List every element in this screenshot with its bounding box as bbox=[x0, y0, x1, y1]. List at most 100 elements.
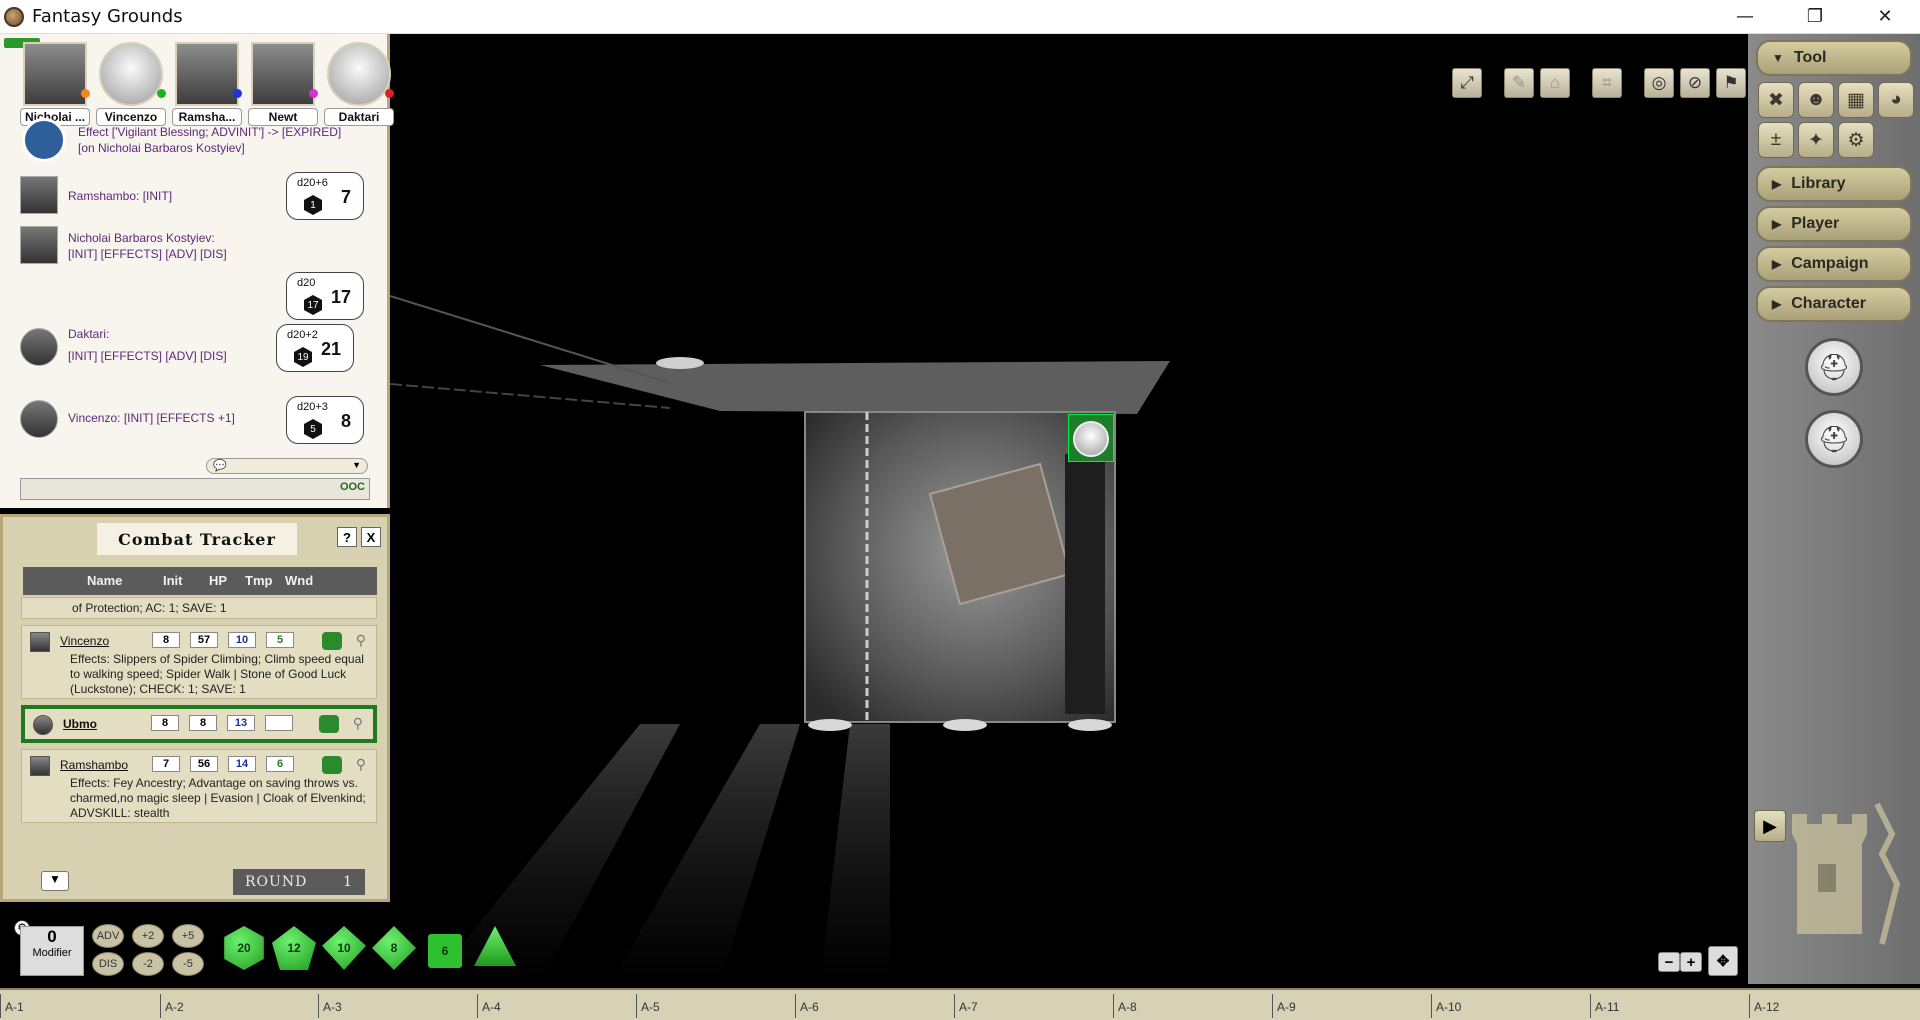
sidebar-player[interactable]: ▶ Player bbox=[1756, 206, 1912, 242]
play-icon[interactable]: ▶ bbox=[1754, 810, 1786, 842]
roll-total: 21 bbox=[320, 339, 341, 359]
ct-hp[interactable]: 8 bbox=[189, 715, 217, 731]
movement-icon[interactable]: ⚲ bbox=[353, 715, 363, 732]
chat-roll-vincenzo: Vincenzo: [INIT] [EFFECTS +1] bbox=[68, 411, 235, 425]
party-icon[interactable]: ☻ bbox=[1798, 82, 1834, 118]
ct-close-button[interactable]: X bbox=[361, 527, 381, 547]
ct-help-button[interactable]: ? bbox=[337, 527, 357, 547]
chat-mode-select[interactable]: 💬 ▼ bbox=[206, 458, 368, 474]
chat-input[interactable]: OOC bbox=[20, 478, 370, 500]
round-counter[interactable]: ROUND 1 bbox=[233, 869, 365, 895]
status-dot bbox=[309, 89, 318, 98]
plus2-button[interactable]: +2 bbox=[132, 924, 164, 948]
dis-button[interactable]: DIS bbox=[92, 952, 124, 976]
player-helmet-icon[interactable]: ⛑ bbox=[1805, 410, 1863, 468]
coord-label: A-3 bbox=[318, 994, 342, 1018]
friendly-face-icon[interactable] bbox=[322, 756, 342, 774]
friendly-face-icon[interactable] bbox=[322, 632, 342, 650]
tool-grid: ✖ ☻ ▦ ◕ ± ✦ ⚙ bbox=[1758, 82, 1914, 158]
party-member[interactable]: Newt bbox=[248, 42, 318, 126]
sidebar-tool-header[interactable]: ▼ Tool bbox=[1756, 40, 1912, 76]
flag-icon[interactable]: ⚑ bbox=[1716, 68, 1746, 98]
ct-tmp[interactable]: 10 bbox=[228, 632, 256, 648]
ct-list[interactable]: of Protection; AC: 1; SAVE: 1 Vincenzo 8… bbox=[21, 597, 377, 865]
ct-name[interactable]: Ramshambo bbox=[60, 758, 150, 772]
paint-icon[interactable]: ✎ bbox=[1504, 68, 1534, 98]
ct-effects: of Protection; AC: 1; SAVE: 1 bbox=[72, 601, 227, 615]
movement-icon[interactable]: ⚲ bbox=[356, 632, 366, 649]
map-image bbox=[390, 295, 1170, 984]
party-member[interactable]: Nicholai ... bbox=[20, 42, 90, 126]
ct-row-ubmo-active[interactable]: Ubmo 8 8 13 ⚲ bbox=[21, 705, 377, 743]
sidebar-character[interactable]: ▶ Character bbox=[1756, 286, 1912, 322]
options-gear-icon[interactable]: ⚙ bbox=[1838, 122, 1874, 158]
coord-label: A-12 bbox=[1749, 994, 1779, 1018]
ct-menu-button[interactable]: ▼ bbox=[41, 871, 69, 891]
d20-die-icon: 19 bbox=[294, 347, 312, 367]
combat-tracker-title: Combat Tracker bbox=[97, 523, 297, 555]
minus2-button[interactable]: -2 bbox=[132, 952, 164, 976]
ct-name[interactable]: Ubmo bbox=[63, 717, 153, 731]
sidebar-campaign[interactable]: ▶ Campaign bbox=[1756, 246, 1912, 282]
movement-icon[interactable]: ⚲ bbox=[356, 756, 366, 773]
mask-icon[interactable]: ⊘ bbox=[1680, 68, 1710, 98]
ct-hp[interactable]: 57 bbox=[190, 632, 218, 648]
d20-icon[interactable]: 20 bbox=[224, 926, 264, 970]
party-member[interactable]: Ramsha... bbox=[172, 42, 242, 126]
target-icon[interactable]: ◎ bbox=[1644, 68, 1674, 98]
zoom-out-button[interactable]: − bbox=[1658, 952, 1680, 972]
stairs bbox=[1065, 454, 1105, 714]
friendly-face-icon[interactable] bbox=[319, 715, 339, 733]
party-member[interactable]: Daktari bbox=[324, 42, 394, 126]
d12-icon[interactable]: 12 bbox=[272, 926, 316, 970]
modifiers-icon[interactable]: ± bbox=[1758, 122, 1794, 158]
d8-icon[interactable]: 8 bbox=[372, 926, 416, 970]
sidebar-character-label: Character bbox=[1791, 295, 1866, 312]
minus5-button[interactable]: -5 bbox=[172, 952, 204, 976]
adv-button[interactable]: ADV bbox=[92, 924, 124, 948]
sidebar-library[interactable]: ▶ Library bbox=[1756, 166, 1912, 202]
coord-label: A-9 bbox=[1272, 994, 1296, 1018]
ct-name[interactable]: Vincenzo bbox=[60, 634, 150, 648]
gm-helmet-icon[interactable]: ⛑ bbox=[1805, 338, 1863, 396]
combat-tracker: Combat Tracker ? X Name Init HP Tmp Wnd … bbox=[0, 514, 390, 902]
minimize-button[interactable]: — bbox=[1710, 0, 1780, 33]
ct-wnd[interactable]: 5 bbox=[266, 632, 294, 648]
roll-result: d20+3 5 8 bbox=[286, 396, 364, 444]
combat-icon[interactable]: ✖ bbox=[1758, 82, 1794, 118]
ct-init[interactable]: 8 bbox=[152, 632, 180, 648]
select-icon[interactable]: ⌗ bbox=[1592, 68, 1622, 98]
status-dot bbox=[81, 89, 90, 98]
ct-row-partial: of Protection; AC: 1; SAVE: 1 bbox=[21, 597, 377, 619]
ct-init[interactable]: 8 bbox=[151, 715, 179, 731]
upper-walkway bbox=[540, 361, 1170, 414]
d6-icon[interactable]: 6 bbox=[428, 934, 462, 968]
ct-row-vincenzo[interactable]: Vincenzo 8 57 10 5 ⚲ Effects: Slippers o… bbox=[21, 625, 377, 699]
token-daktari[interactable] bbox=[1068, 414, 1114, 462]
restore-button[interactable]: ❐ bbox=[1780, 0, 1850, 33]
plus5-button[interactable]: +5 bbox=[172, 924, 204, 948]
color-palette-icon[interactable]: ◕ bbox=[1878, 82, 1914, 118]
ct-row-ramshambo[interactable]: Ramshambo 7 56 14 6 ⚲ Effects: Fey Ances… bbox=[21, 749, 377, 823]
ooc-toggle[interactable]: OOC bbox=[340, 481, 365, 493]
roll-total: 17 bbox=[330, 287, 351, 307]
chevron-right-icon: ▶ bbox=[1772, 257, 1782, 271]
center-map-icon[interactable]: ✥ bbox=[1708, 946, 1738, 976]
ct-wnd[interactable]: 6 bbox=[266, 756, 294, 772]
tag-icon[interactable]: ⌂ bbox=[1540, 68, 1570, 98]
calendar-icon[interactable]: ▦ bbox=[1838, 82, 1874, 118]
zoom-in-button[interactable]: + bbox=[1680, 952, 1702, 972]
ct-wnd[interactable] bbox=[265, 715, 293, 731]
ct-tmp[interactable]: 13 bbox=[227, 715, 255, 731]
d4-icon[interactable] bbox=[474, 926, 516, 966]
fullscreen-icon[interactable]: ⤢ bbox=[1452, 68, 1482, 98]
ct-init[interactable]: 7 bbox=[152, 756, 180, 772]
modifier-box[interactable]: 0 Modifier bbox=[20, 926, 84, 976]
close-button[interactable]: ✕ bbox=[1850, 0, 1920, 33]
party-member[interactable]: Vincenzo bbox=[96, 42, 166, 126]
ct-hp[interactable]: 56 bbox=[190, 756, 218, 772]
effects-icon[interactable]: ✦ bbox=[1798, 122, 1834, 158]
ct-tmp[interactable]: 14 bbox=[228, 756, 256, 772]
map-canvas[interactable]: ⤢ ✎ ⌂ ⌗ ◎ ⊘ ⚑ ✕ ⚲ ↙ ↗ ? X − + ✥ bbox=[390, 34, 1748, 984]
d10-icon[interactable]: 10 bbox=[322, 926, 366, 970]
